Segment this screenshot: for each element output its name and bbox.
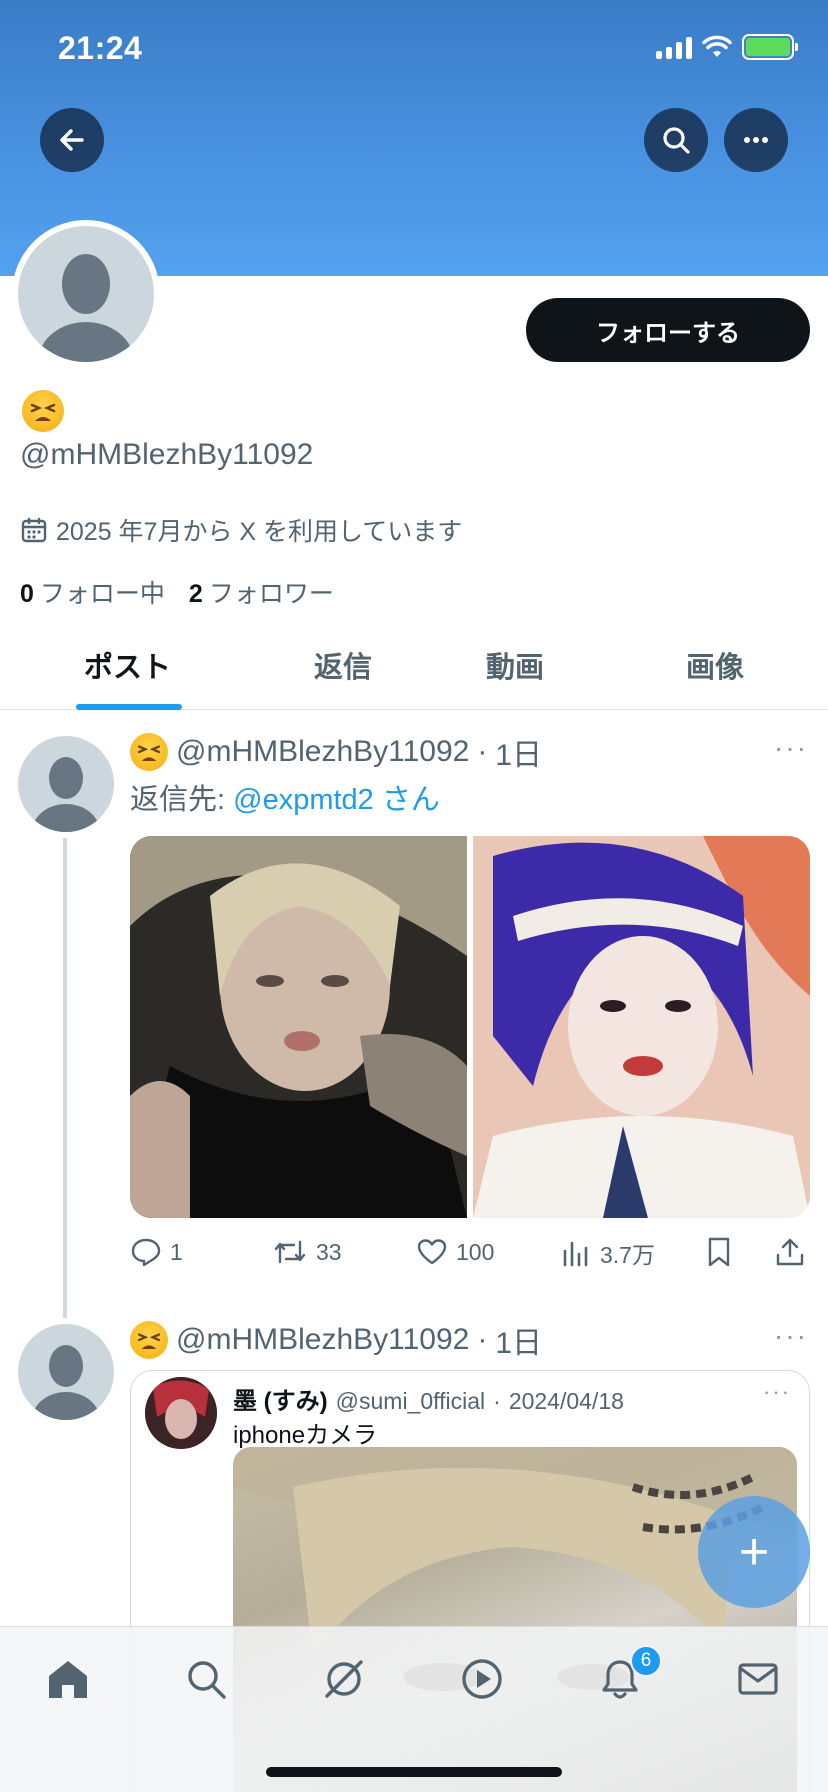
following-count: 0 [20, 580, 34, 608]
profile-avatar[interactable] [12, 220, 160, 368]
bookmark-action[interactable] [704, 1236, 734, 1268]
post-media [130, 836, 810, 1218]
post-time[interactable]: 1日 [495, 730, 542, 774]
post-separator: · [477, 1323, 488, 1356]
views-count: 3.7万 [600, 1242, 655, 1268]
tired-face-emoji [130, 733, 168, 771]
more-horizontal-icon [744, 137, 768, 143]
nav-video[interactable] [454, 1651, 510, 1707]
post-handle[interactable]: @mHMBlezhBy11092 [176, 1323, 469, 1357]
home-indicator[interactable] [266, 1767, 562, 1777]
repost-icon [274, 1240, 306, 1264]
joined-date: 2025 年7月から X を利用しています [20, 512, 462, 548]
followers-count: 2 [188, 580, 203, 608]
reply-mention-link[interactable]: @expmtd2 さん [233, 784, 440, 816]
back-button[interactable] [40, 108, 104, 172]
thread-line [63, 838, 67, 1318]
battery-icon [742, 34, 798, 60]
post-avatar[interactable] [18, 1324, 114, 1420]
quote-avatar[interactable] [145, 1377, 217, 1449]
signal-icon [656, 35, 692, 59]
like-action[interactable]: 100 [416, 1236, 494, 1268]
default-avatar-icon [32, 1345, 100, 1420]
nav-messages[interactable] [730, 1651, 786, 1707]
quote-header: 墨 (すみ) @sumi_0fficial · 2024/04/18 [233, 1381, 624, 1416]
mail-icon [738, 1663, 778, 1695]
like-count: 100 [456, 1238, 495, 1265]
heart-icon [417, 1239, 447, 1265]
following-stat[interactable]: 0 フォロー中 [20, 574, 165, 610]
search-button[interactable] [644, 108, 708, 172]
nav-home[interactable] [40, 1651, 96, 1707]
nav-grok[interactable] [316, 1651, 372, 1707]
reply-action[interactable]: 1 [130, 1236, 183, 1268]
repost-count: 33 [316, 1238, 342, 1265]
profile-tabs: ポスト 返信 動画 画像 [0, 630, 828, 710]
bookmark-icon [708, 1237, 730, 1267]
tired-face-emoji [130, 1321, 168, 1359]
bottom-navigation: 6 [0, 1626, 828, 1792]
post-image-2[interactable] [473, 836, 810, 1218]
play-circle-icon [462, 1659, 502, 1699]
tab-posts[interactable]: ポスト [84, 644, 171, 686]
reply-count: 1 [170, 1238, 183, 1265]
arrow-left-icon [60, 129, 84, 151]
post-more-button[interactable]: ··· [774, 1320, 808, 1352]
follow-button[interactable]: フォローする [526, 298, 810, 362]
comment-icon [131, 1238, 161, 1267]
post-image-1[interactable] [130, 836, 467, 1218]
reply-to: 返信先: @expmtd2 さん [130, 776, 440, 818]
post-time[interactable]: 1日 [495, 1318, 542, 1362]
notification-badge: 6 [630, 1645, 662, 1677]
plus-icon: + [738, 1523, 770, 1581]
followers-label: フォロワー [208, 580, 334, 608]
quote-date: 2024/04/18 [508, 1388, 624, 1414]
views-action[interactable]: 3.7万 [560, 1236, 655, 1270]
post-header: @mHMBlezhBy11092 · 1日 [130, 730, 542, 774]
profile-handle: @mHMBlezhBy11092 [20, 438, 314, 471]
active-tab-indicator [76, 704, 182, 710]
share-icon [776, 1238, 804, 1266]
share-action[interactable] [774, 1236, 806, 1268]
post-avatar[interactable] [18, 736, 114, 832]
tab-images[interactable]: 画像 [686, 644, 744, 686]
more-options-button[interactable] [724, 108, 788, 172]
reply-prefix: 返信先: [130, 784, 234, 816]
compose-button[interactable]: + [698, 1496, 810, 1608]
grok-icon [325, 1660, 363, 1698]
analytics-icon [563, 1241, 588, 1267]
tab-videos[interactable]: 動画 [486, 644, 544, 686]
post-separator: · [477, 735, 488, 768]
joined-text: 2025 年7月から X を利用しています [56, 518, 463, 546]
tired-face-emoji [22, 390, 64, 437]
status-icons [656, 34, 798, 60]
search-icon [663, 127, 690, 154]
quote-separator: · [493, 1388, 501, 1414]
quote-text: iphoneカメラ [233, 1422, 378, 1449]
quote-name: 墨 (すみ) [233, 1388, 328, 1415]
home-icon [49, 1661, 87, 1698]
post-actions: 1 33 100 3.7万 [130, 1236, 810, 1276]
tab-replies[interactable]: 返信 [314, 644, 372, 686]
search-icon [188, 1661, 226, 1699]
following-label: フォロー中 [39, 580, 165, 608]
followers-stat[interactable]: 2 フォロワー [189, 574, 334, 610]
repost-action[interactable]: 33 [272, 1236, 342, 1268]
post-header: @mHMBlezhBy11092 · 1日 [130, 1318, 542, 1362]
quote-handle: @sumi_0fficial [335, 1388, 486, 1414]
post-handle[interactable]: @mHMBlezhBy11092 [176, 735, 469, 769]
follow-stats: 0 フォロー中 2 フォロワー [20, 574, 334, 610]
wifi-icon [702, 35, 732, 57]
nav-search[interactable] [178, 1651, 234, 1707]
calendar-icon [21, 517, 47, 543]
status-time: 21:24 [58, 30, 143, 66]
quote-more-button[interactable]: ··· [763, 1379, 791, 1405]
default-avatar-icon [32, 757, 100, 832]
post-more-button[interactable]: ··· [774, 732, 808, 764]
default-avatar-icon [38, 254, 134, 362]
